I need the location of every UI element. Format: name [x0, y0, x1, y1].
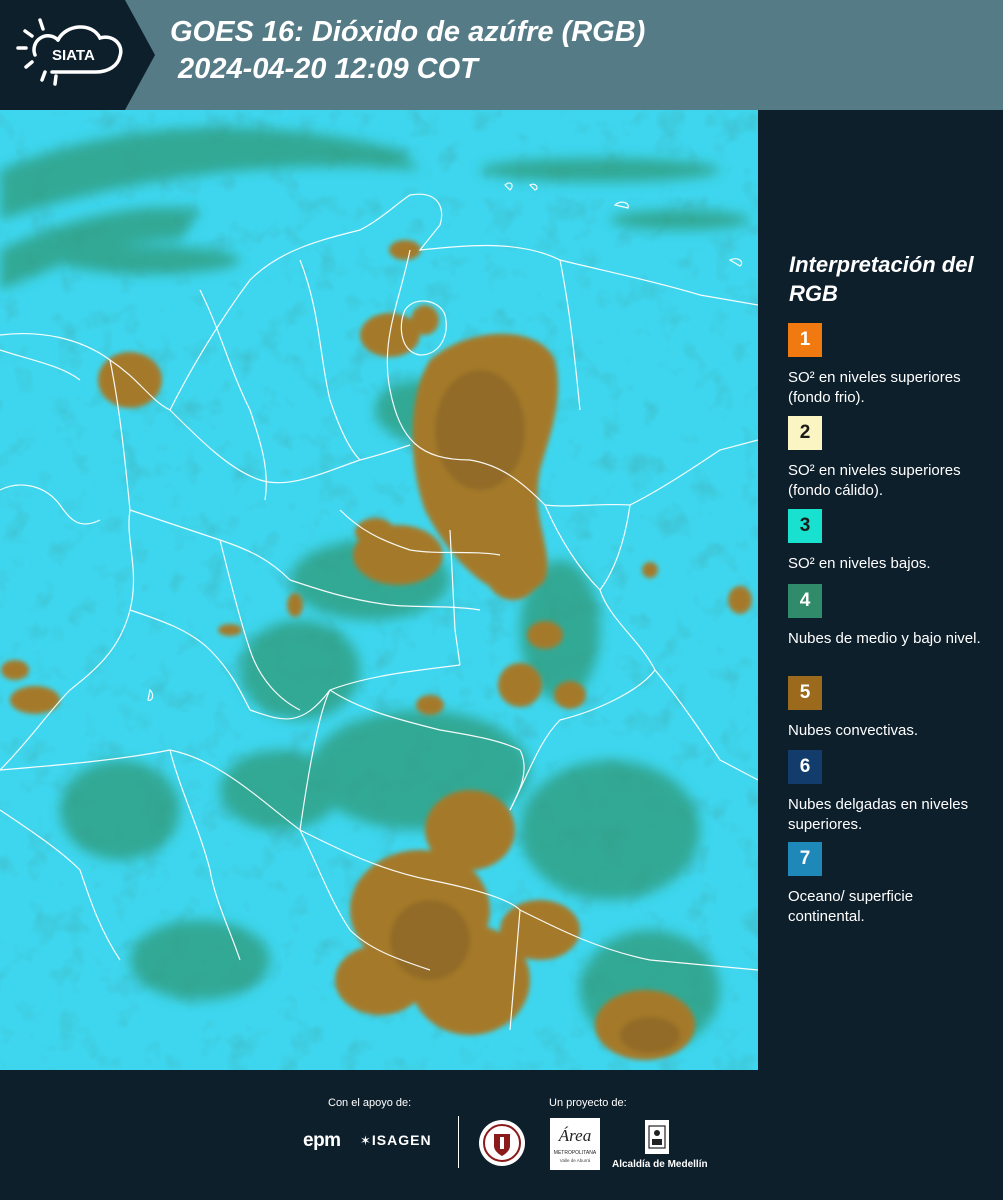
legend-label-1: SO² en niveles superiores (fondo frio).: [788, 369, 961, 406]
support-label: Con el apoyo de:: [328, 1097, 412, 1109]
epm-logo[interactable]: epm: [303, 1130, 341, 1152]
legend-label-4: Nubes de medio y bajo nivel.: [788, 630, 981, 647]
footer-divider: [458, 1116, 459, 1168]
legend-swatch-4: 4: [788, 584, 822, 618]
satellite-map[interactable]: [0, 110, 758, 1070]
page-title: GOES 16: Dióxido de azúfre (RGB) 2024-04…: [170, 16, 646, 85]
legend-swatch-2: 2: [788, 416, 822, 450]
alcaldia-shield-icon[interactable]: [643, 1118, 671, 1158]
legend-item-4: 4 Nubes de medio y bajo nivel.: [788, 584, 988, 669]
area-logo-sub2: Valle de Aburrá: [559, 1158, 591, 1163]
legend-label-6: Nubes delgadas en niveles superiores.: [788, 796, 969, 833]
legend-swatch-1: 1: [788, 323, 822, 357]
legend-item-3: 3 SO² en niveles bajos.: [788, 509, 988, 594]
legend-item-5: 5 Nubes convectivas.: [788, 676, 988, 761]
alcaldia-label: Alcaldía de Medellín: [612, 1159, 708, 1170]
legend-item-2: 2 SO² en niveles superiores (fondo cálid…: [788, 416, 988, 501]
isagen-star-icon: ✶: [360, 1133, 372, 1148]
header: SIATA GOES 16: Dióxido de azúfre (RGB) 2…: [0, 0, 1003, 110]
area-logo-sub: METROPOLITANA: [553, 1150, 597, 1156]
isagen-logo[interactable]: ✶ISAGEN: [360, 1132, 432, 1149]
area-metropolitana-logo[interactable]: Área METROPOLITANA Valle de Aburrá: [550, 1118, 600, 1170]
legend-swatch-5: 5: [788, 676, 822, 710]
legend-swatch-6: 6: [788, 750, 822, 784]
area-logo-main: Área: [558, 1126, 592, 1145]
legend-item-7: 7 Oceano/ superficie continental.: [788, 842, 988, 927]
legend-title: Interpretación del RGB: [789, 252, 974, 306]
legend-swatch-7: 7: [788, 842, 822, 876]
legend-item-6: 6 Nubes delgadas en niveles superiores.: [788, 750, 988, 835]
legend-swatch-3: 3: [788, 509, 822, 543]
footer: Con el apoyo de: Un proyecto de: epm ✶IS…: [0, 1070, 1003, 1200]
siata-logo[interactable]: SIATA: [0, 0, 155, 110]
project-label: Un proyecto de:: [549, 1097, 627, 1109]
isagen-logo-text: ISAGEN: [371, 1132, 432, 1148]
legend-label-2: SO² en niveles superiores (fondo cálido)…: [788, 462, 961, 499]
medellin-seal-icon[interactable]: [477, 1118, 527, 1168]
siata-logo-text: SIATA: [52, 47, 95, 64]
legend-panel: Interpretación del RGB 1 SO² en niveles …: [760, 110, 1003, 1070]
legend-item-1: 1 SO² en niveles superiores (fondo frio)…: [788, 323, 988, 408]
legend-label-7: Oceano/ superficie continental.: [788, 888, 914, 925]
